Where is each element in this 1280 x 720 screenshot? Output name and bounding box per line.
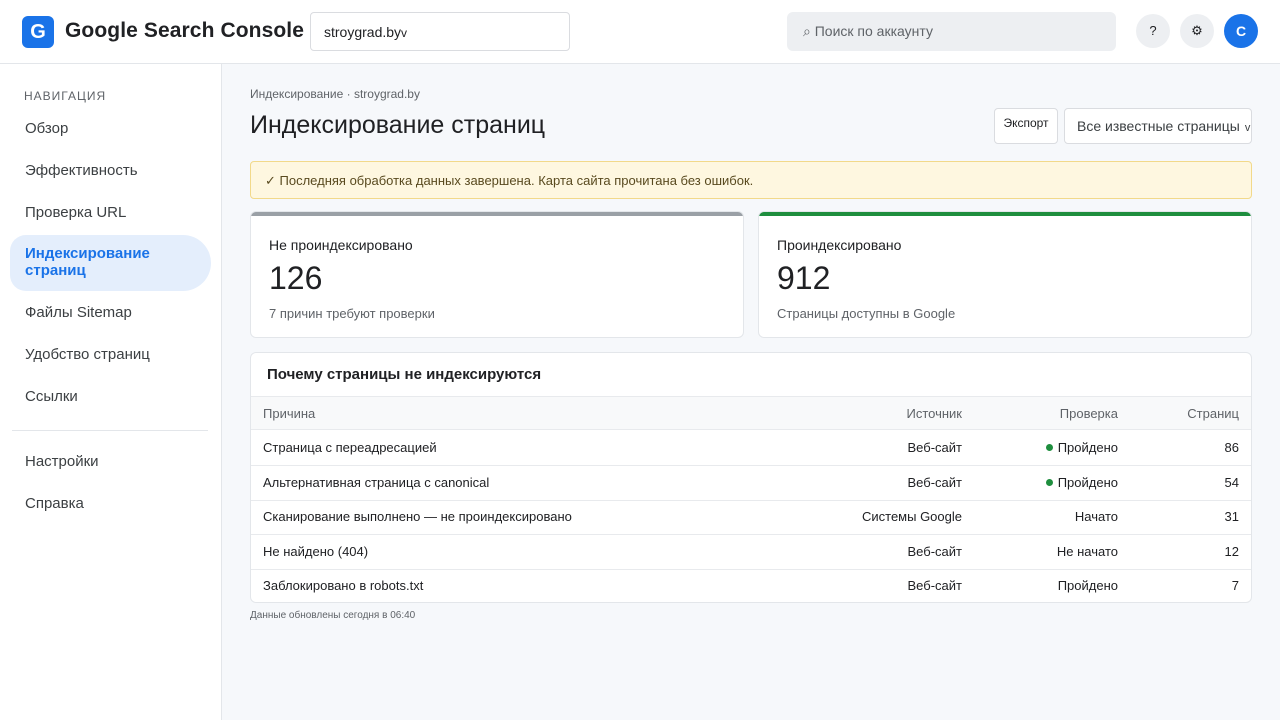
pages-count-cell: 12 bbox=[1224, 543, 1239, 559]
indexed-card[interactable]: Проиндексировано 912 Страницы доступны в… bbox=[758, 211, 1252, 338]
sidebar-item-url-inspection[interactable]: Проверка URL bbox=[10, 204, 211, 221]
gear-icon[interactable]: ⚙ bbox=[1180, 14, 1214, 48]
card-subtext: Страницы доступны в Google bbox=[777, 306, 956, 321]
pages-count-cell: 54 bbox=[1224, 474, 1239, 490]
source-cell: Веб-сайт bbox=[907, 474, 962, 490]
pages-count-cell: 86 bbox=[1224, 440, 1239, 455]
sidebar-nav: НАВИГАЦИЯ Обзор Эффективность Проверка U… bbox=[0, 64, 222, 720]
sidebar-item-performance[interactable]: Эффективность bbox=[10, 162, 211, 179]
not-indexed-card[interactable]: Не проиндексировано 126 7 причин требуют… bbox=[250, 211, 744, 338]
validation-cell: Пройдено bbox=[1045, 466, 1118, 500]
validation-cell: Пройдено bbox=[1057, 569, 1118, 602]
page-title: Индексирование страниц bbox=[250, 111, 546, 139]
validation-status: Пройдено bbox=[1057, 578, 1118, 593]
validation-status: Не начато bbox=[1056, 543, 1118, 559]
reason-cell: Сканирование выполнено — не проиндексиро… bbox=[263, 509, 572, 524]
validation-cell: Начато bbox=[1075, 500, 1118, 534]
sidebar-item-help[interactable]: Справка bbox=[10, 495, 211, 512]
chevron-down-icon: v bbox=[1244, 122, 1251, 134]
account-search-input[interactable]: ⌕ Поиск по аккаунту bbox=[787, 12, 1116, 51]
sidebar-item-overview[interactable]: Обзор bbox=[10, 120, 211, 137]
card-subtext: 7 причин требуют проверки bbox=[269, 306, 435, 321]
reason-cell: Альтернативная страница с canonical bbox=[263, 474, 490, 490]
source-cell: Веб-сайт bbox=[907, 440, 962, 455]
card-accent-bar bbox=[759, 212, 1251, 216]
status-dot-icon bbox=[1045, 478, 1053, 486]
table-row[interactable]: Альтернативная страница с canonical Веб-с… bbox=[251, 466, 1251, 501]
sidebar-item-page-indexing[interactable]: Индексирование страниц bbox=[10, 235, 211, 291]
column-header-source[interactable]: Источник bbox=[907, 397, 963, 429]
avatar[interactable]: С bbox=[1224, 14, 1258, 48]
app-title[interactable]: Google Search Console bbox=[65, 19, 304, 43]
source-cell: Веб-сайт bbox=[907, 578, 962, 593]
card-label: Не проиндексировано bbox=[269, 237, 413, 253]
reason-cell: Страница с переадресацией bbox=[263, 440, 437, 455]
table-row[interactable]: Заблокировано в robots.txt Веб-сайт Пройде… bbox=[251, 569, 1251, 602]
validation-cell: Не начато bbox=[1057, 535, 1118, 569]
sidebar-item-links[interactable]: Ссылки bbox=[10, 388, 211, 405]
pages-filter-select[interactable]: Все известные страницы v bbox=[1064, 108, 1252, 144]
reasons-table: Почему страницы не индексируются Причина… bbox=[250, 352, 1252, 603]
last-updated-note: Данные обновлены сегодня в 06:40 bbox=[250, 610, 416, 621]
reason-cell: Заблокировано в robots.txt bbox=[263, 578, 424, 593]
card-label: Проиндексировано bbox=[777, 237, 902, 253]
nav-divider bbox=[12, 430, 208, 431]
table-header: Причина Источник Проверка Страниц bbox=[251, 396, 1251, 430]
column-header-reason[interactable]: Причина bbox=[263, 397, 315, 429]
table-row[interactable]: Страница с переадресацией Веб-сайт Пройден… bbox=[251, 431, 1251, 466]
sidebar-item-sitemaps[interactable]: Файлы Sitemap bbox=[10, 304, 211, 321]
validation-status: Пройдено bbox=[1057, 440, 1118, 455]
card-value: 126 bbox=[269, 260, 323, 296]
pages-count-cell: 7 bbox=[1231, 578, 1239, 593]
pages-count-cell: 31 bbox=[1224, 509, 1239, 524]
chevron-down-icon: v bbox=[401, 26, 408, 40]
nav-section-label: НАВИГАЦИЯ bbox=[24, 89, 107, 103]
sidebar-item-settings[interactable]: Настройки bbox=[10, 453, 211, 470]
card-value: 912 bbox=[777, 260, 831, 296]
sidebar-item-page-experience[interactable]: Удобство страниц bbox=[10, 346, 211, 363]
export-button[interactable]: Экспорт bbox=[994, 108, 1058, 144]
status-banner: ✓ Последняя обработка данных завершена. … bbox=[250, 161, 1252, 199]
breadcrumb[interactable]: Индексирование · stroygrad.by bbox=[250, 87, 420, 101]
source-cell: Веб-сайт bbox=[907, 543, 962, 559]
source-cell: Системы Google bbox=[861, 509, 962, 524]
validation-cell: Пройдено bbox=[1045, 431, 1118, 465]
table-row[interactable]: Сканирование выполнено — не проиндексиро… bbox=[251, 500, 1251, 535]
help-icon[interactable]: ? bbox=[1136, 14, 1170, 48]
column-header-validation[interactable]: Проверка bbox=[1060, 397, 1118, 429]
filter-value: Все известные страницы bbox=[1077, 118, 1240, 134]
validation-status: Начато bbox=[1074, 509, 1118, 524]
property-selector[interactable]: stroygrad.byv bbox=[310, 12, 570, 51]
google-logo-icon[interactable]: G bbox=[22, 16, 54, 48]
column-header-pages[interactable]: Страниц bbox=[1187, 397, 1239, 429]
table-title: Почему страницы не индексируются bbox=[267, 366, 542, 383]
top-app-bar: G Google Search Console stroygrad.byv ⌕ … bbox=[0, 0, 1280, 64]
card-accent-bar bbox=[251, 212, 743, 216]
reason-cell: Не найдено (404) bbox=[263, 543, 369, 559]
status-dot-icon bbox=[1045, 444, 1053, 451]
property-name: stroygrad.by bbox=[324, 24, 402, 40]
table-row[interactable]: Не найдено (404) Веб-сайт Не начато 12 bbox=[251, 535, 1251, 570]
validation-status: Пройдено bbox=[1057, 474, 1118, 490]
